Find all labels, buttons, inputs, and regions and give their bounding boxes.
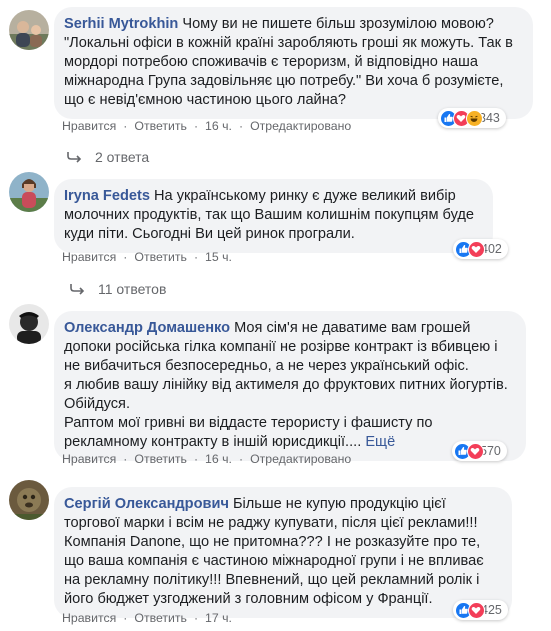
love-icon (468, 240, 485, 258)
reply-link[interactable]: Ответить (134, 119, 187, 133)
haha-icon (466, 109, 483, 127)
comment-bubble: Сергій Олександрович Більше не купую прод… (54, 487, 512, 618)
reply-arrow-icon (70, 282, 86, 298)
replies-count: 11 ответов (98, 281, 167, 297)
see-more-link[interactable]: Ещё (365, 434, 395, 450)
avatar[interactable] (9, 172, 49, 212)
comment-author[interactable]: Serhii Mytrokhin (64, 16, 178, 32)
reaction-summary[interactable]: 425 (453, 600, 508, 620)
comment-author[interactable]: Олександр Домашенко (64, 320, 230, 336)
comment-bubble: Iryna Fedets На українському ринку є дуже… (54, 179, 493, 253)
avatar[interactable] (9, 304, 49, 344)
comment-text: Більше не купую продукцію цієї торгової … (64, 496, 484, 607)
reaction-summary[interactable]: 343 (438, 108, 506, 128)
separator: · (123, 611, 128, 625)
edited-label: Отредактировано (250, 452, 352, 466)
comment-actions: Нравится · Ответить · 16 ч. · Отредактировано (62, 119, 351, 133)
separator: · (123, 119, 128, 133)
separator: · (193, 452, 199, 466)
comment-text: я любив вашу лінійку від актимеля до фру… (64, 377, 508, 412)
edited-label: Отредактировано (250, 119, 352, 133)
reply-link[interactable]: Ответить (134, 452, 187, 466)
separator: · (193, 611, 199, 625)
separator: · (193, 119, 199, 133)
comment-author[interactable]: Iryna Fedets (64, 188, 150, 204)
like-link[interactable]: Нравится (62, 611, 116, 625)
comment-bubble: Олександр Домашенко Моя сім'я не даватиме… (54, 311, 526, 461)
separator: · (123, 452, 128, 466)
view-replies-link[interactable]: 11 ответов (70, 281, 166, 298)
separator: · (238, 452, 244, 466)
timestamp[interactable]: 15 ч. (205, 250, 232, 264)
reply-link[interactable]: Ответить (134, 611, 187, 625)
love-icon (468, 601, 485, 619)
reply-link[interactable]: Ответить (134, 250, 187, 264)
separator: · (238, 119, 244, 133)
reaction-summary[interactable]: 570 (452, 441, 507, 461)
view-replies-link[interactable]: 2 ответа (67, 149, 149, 166)
timestamp[interactable]: 16 ч. (205, 119, 232, 133)
comment-text: Раптом мої гривні ви віддасте терористу … (64, 414, 514, 452)
comment-actions: Нравится · Ответить · 15 ч. (62, 250, 232, 264)
reaction-summary[interactable]: 402 (453, 239, 508, 259)
comment-bubble: Serhii Mytrokhin Чому ви не пишете більш … (54, 7, 533, 119)
reply-arrow-icon (67, 150, 83, 166)
separator: · (193, 250, 199, 264)
like-link[interactable]: Нравится (62, 452, 116, 466)
avatar[interactable] (9, 10, 49, 50)
timestamp[interactable]: 17 ч. (205, 611, 232, 625)
comment-actions: Нравится · Ответить · 17 ч. (62, 611, 232, 625)
avatar[interactable] (9, 480, 49, 520)
comment-actions: Нравится · Ответить · 16 ч. · Отредактировано (62, 452, 351, 466)
like-link[interactable]: Нравится (62, 250, 116, 264)
separator: · (123, 250, 128, 264)
timestamp[interactable]: 16 ч. (205, 452, 232, 466)
love-icon (467, 442, 484, 460)
comment-author[interactable]: Сергій Олександрович (64, 496, 229, 512)
like-link[interactable]: Нравится (62, 119, 116, 133)
replies-count: 2 ответа (95, 149, 150, 165)
